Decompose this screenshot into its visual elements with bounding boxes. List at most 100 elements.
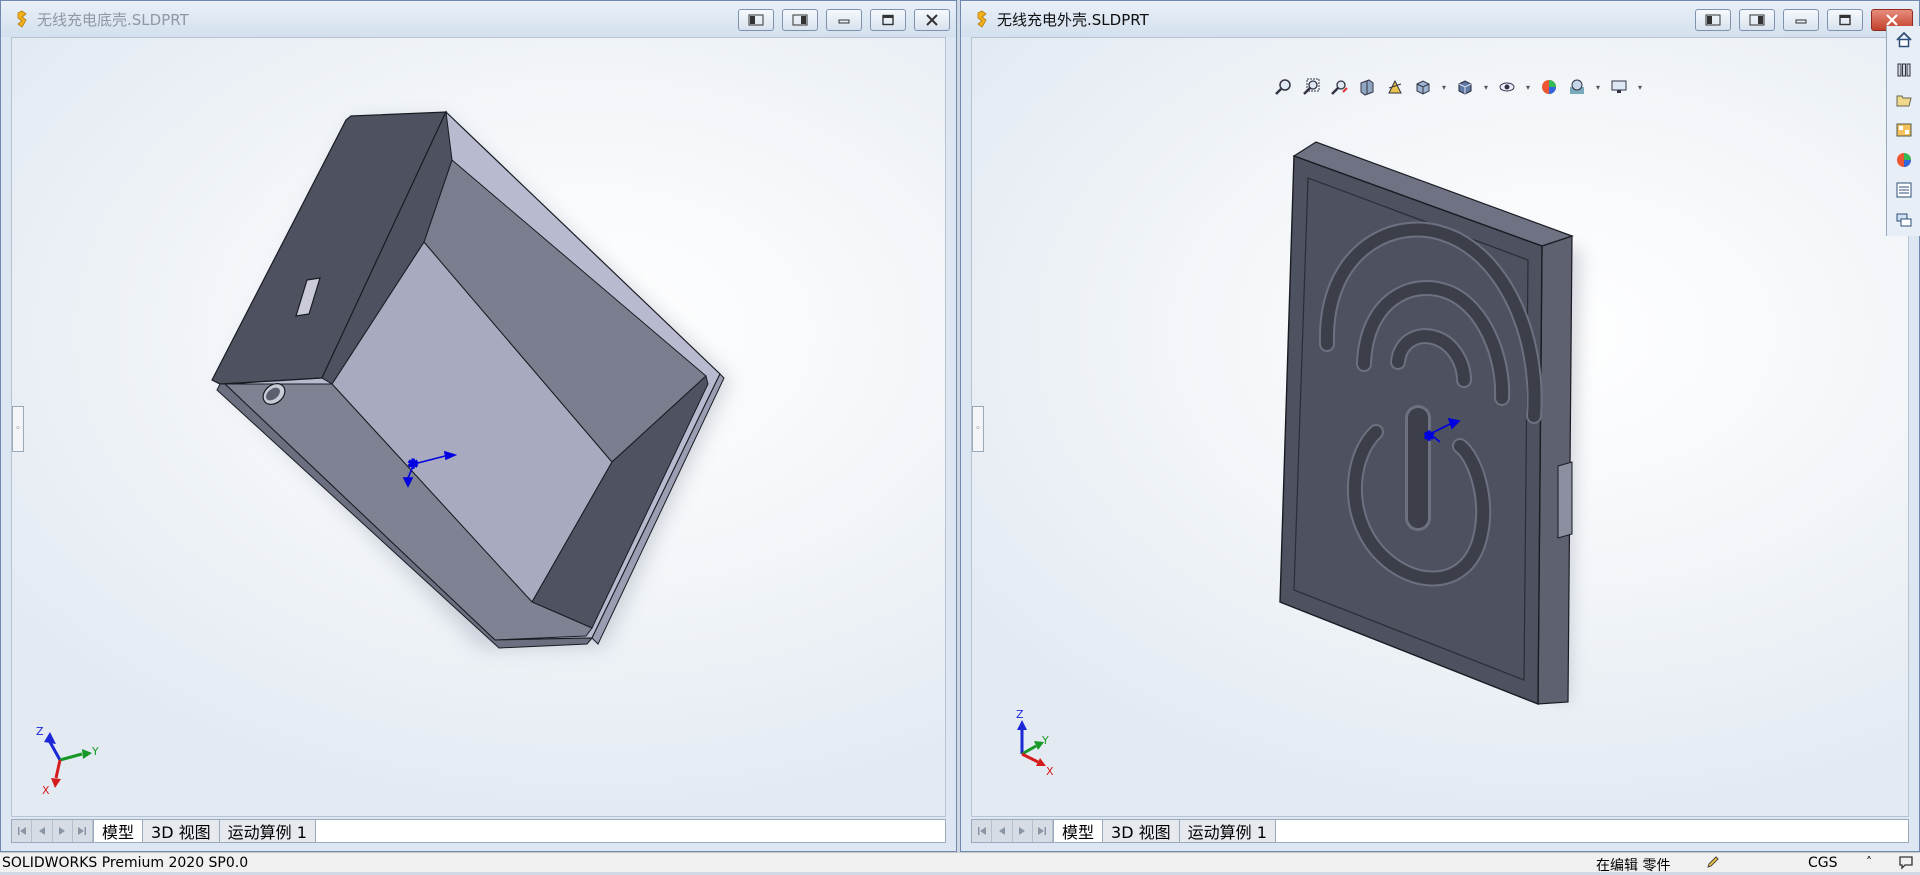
task-pane-view-palette-tab[interactable] (1891, 118, 1917, 142)
task-pane-tabs (1886, 26, 1920, 236)
usb-notch (1557, 461, 1573, 539)
model-view[interactable]: ✱ Z Y X (12, 38, 946, 817)
close-button[interactable] (914, 9, 950, 31)
help-chat-icon[interactable] (1898, 854, 1914, 874)
task-pane-file-explorer-tab[interactable] (1891, 88, 1917, 112)
zoom-to-area-button[interactable] (1300, 76, 1322, 98)
minimize-button[interactable] (826, 9, 862, 31)
previous-view-button[interactable] (1328, 76, 1350, 98)
pencil-icon (1707, 856, 1719, 868)
edit-appearance-button[interactable] (1538, 76, 1560, 98)
tab-motion-study-1[interactable]: 运动算例 1 (1179, 820, 1276, 842)
tile-left-icon (1705, 14, 1721, 26)
tile-right-icon (1749, 14, 1765, 26)
graphics-viewport[interactable]: ✱ Z Y X ◦ (11, 37, 946, 817)
appearances-icon (1896, 153, 1911, 167)
view-settings-dropdown[interactable]: ▾ (1636, 76, 1644, 98)
hide-show-items-dropdown[interactable]: ▾ (1524, 76, 1532, 98)
scroll-last-button[interactable] (73, 820, 93, 842)
triad-x-label: X (42, 784, 50, 797)
prev-arrow-icon (38, 827, 45, 835)
tab-3d-views[interactable]: 3D 视图 (1103, 820, 1180, 842)
tab-scroll-arrows (972, 820, 1054, 842)
first-arrow-icon (17, 827, 26, 835)
model-view[interactable]: ✱ Z Y X (972, 38, 1909, 817)
maximize-icon (882, 14, 894, 26)
tab-3d-views[interactable]: 3D 视图 (143, 820, 220, 842)
graphics-viewport[interactable]: ✱ Z Y X ▾ ▾ ▾ ▾ ▾ ◦ (971, 37, 1909, 817)
forum-icon (1896, 213, 1911, 227)
display-style-dropdown[interactable]: ▾ (1482, 76, 1490, 98)
first-arrow-icon (977, 827, 986, 835)
apply-scene-button[interactable] (1566, 76, 1588, 98)
window-titlebar[interactable]: 无线充电外壳.SLDPRT (961, 1, 1919, 37)
tile-right-button[interactable] (782, 9, 818, 31)
task-pane-forum-tab[interactable] (1891, 208, 1917, 232)
maximize-button[interactable] (870, 9, 906, 31)
axis-triad: Z Y X (36, 725, 99, 797)
section-view-button[interactable] (1356, 76, 1378, 98)
model-tab-bar: 模型 3D 视图 运动算例 1 (11, 819, 946, 843)
display-style-button[interactable] (1454, 76, 1476, 98)
task-pane-design-library-tab[interactable] (1891, 58, 1917, 82)
svg-text:✱: ✱ (408, 457, 418, 471)
task-pane-custom-properties-tab[interactable] (1891, 178, 1917, 202)
scroll-prev-button[interactable] (32, 820, 53, 842)
view-orientation-button[interactable] (1412, 76, 1434, 98)
unit-system-selector[interactable]: CGS (1808, 855, 1838, 871)
maximize-button[interactable] (1827, 9, 1863, 31)
status-edit-mode: 在编辑 零件 (1596, 858, 1671, 874)
minimize-button[interactable] (1783, 9, 1819, 31)
task-pane-appearances-tab[interactable] (1891, 148, 1917, 172)
status-product-name: SOLIDWORKS Premium 2020 SP0.0 (2, 855, 249, 871)
scroll-next-button[interactable] (1013, 820, 1033, 842)
hide-show-items-button[interactable] (1496, 76, 1518, 98)
unit-system-dropdown[interactable]: ˄ (1866, 855, 1872, 869)
next-arrow-icon (1019, 827, 1026, 835)
scroll-prev-button[interactable] (992, 820, 1013, 842)
section-view-icon (1360, 79, 1374, 96)
apply-scene-dropdown[interactable]: ▾ (1594, 76, 1602, 98)
tile-right-button[interactable] (1739, 9, 1775, 31)
status-bar: SOLIDWORKS Premium 2020 SP0.0 在编辑 零件 CGS… (0, 852, 1920, 874)
scroll-last-button[interactable] (1033, 820, 1053, 842)
minimize-icon (838, 19, 850, 24)
scroll-first-button[interactable] (972, 820, 993, 842)
tab-bar-empty-area (315, 820, 945, 842)
tab-label: 运动算例 1 (227, 823, 307, 842)
view-orientation-dropdown[interactable]: ▾ (1440, 76, 1448, 98)
task-pane-home-tab[interactable] (1891, 28, 1917, 52)
tab-model[interactable]: 模型 (1054, 820, 1104, 842)
tab-motion-study-1[interactable]: 运动算例 1 (219, 820, 316, 842)
triad-z-label: Z (36, 725, 44, 738)
zoom-to-fit-button[interactable] (1272, 76, 1294, 98)
model-tab-bar: 模型 3D 视图 运动算例 1 (971, 819, 1909, 843)
solidworks-logo-icon (17, 10, 27, 28)
close-icon (926, 14, 938, 26)
tab-scroll-arrows (12, 820, 94, 842)
svg-text:✱: ✱ (1424, 429, 1434, 443)
next-arrow-icon (59, 827, 66, 835)
previous-view-icon (1331, 80, 1348, 95)
window-titlebar[interactable]: 无线充电底壳.SLDPRT (1, 1, 956, 37)
dynamic-annotation-button[interactable] (1384, 76, 1406, 98)
rebuild-pencil-icon[interactable] (1706, 855, 1720, 873)
view-orientation-icon (1416, 80, 1430, 95)
triad-z-label: Z (1016, 708, 1024, 721)
hide-show-items-icon (1499, 82, 1515, 92)
tile-right-icon (792, 14, 808, 26)
view-settings-button[interactable] (1608, 76, 1630, 98)
tile-left-button[interactable] (738, 9, 774, 31)
scroll-first-button[interactable] (12, 820, 33, 842)
feature-manager-flyout-handle[interactable]: ◦ (972, 406, 984, 452)
tab-label: 模型 (1062, 823, 1095, 842)
chevron-right-icon: ◦ (15, 424, 21, 434)
tile-left-icon (748, 14, 764, 26)
scroll-next-button[interactable] (53, 820, 73, 842)
triad-y-label: Y (1041, 734, 1049, 747)
tab-label: 3D 视图 (151, 823, 211, 842)
feature-manager-flyout-handle[interactable]: ◦ (12, 406, 24, 452)
tab-model[interactable]: 模型 (94, 820, 144, 842)
tile-left-button[interactable] (1695, 9, 1731, 31)
triad-y-label: Y (91, 745, 99, 758)
